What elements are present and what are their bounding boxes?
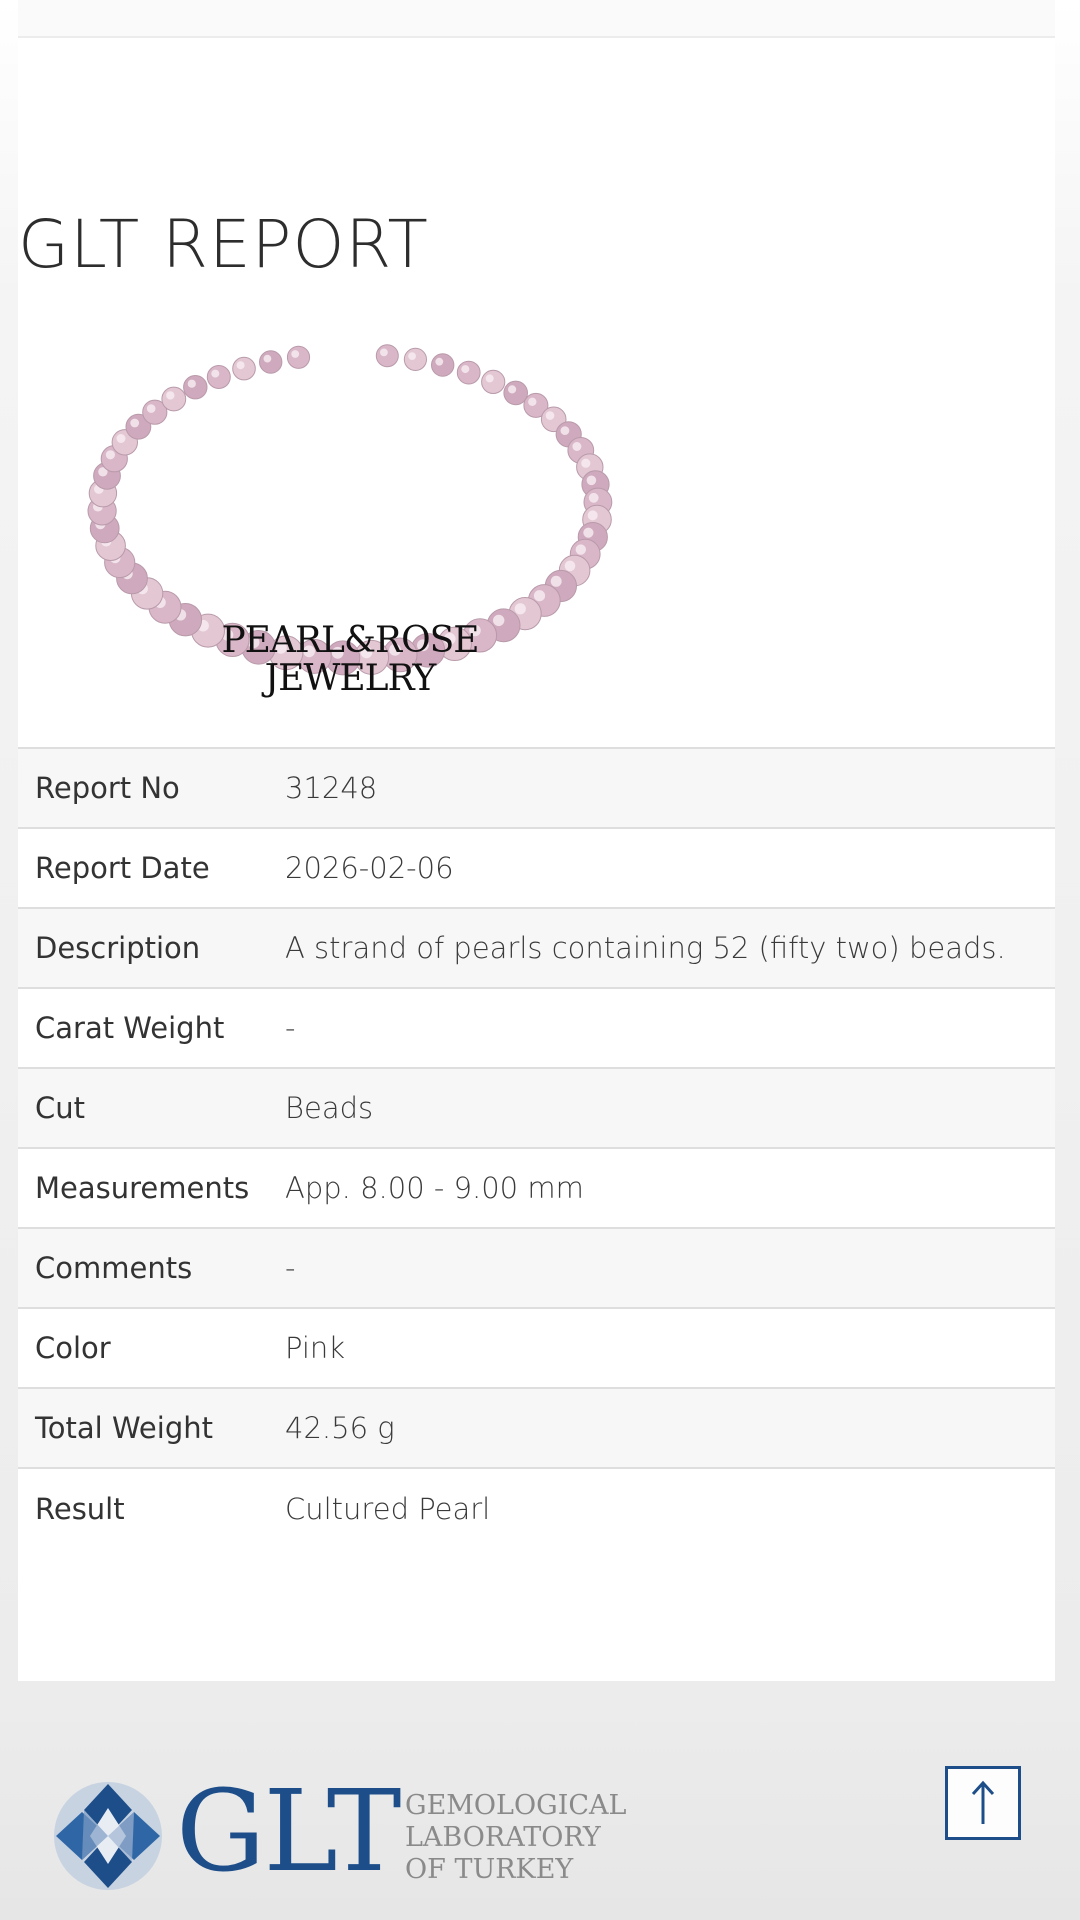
gem-icon bbox=[54, 1782, 162, 1890]
pearl-bead bbox=[206, 365, 231, 389]
pearl-highlight bbox=[564, 560, 576, 572]
table-row: Result Cultured Pearl bbox=[18, 1468, 1055, 1548]
pearl-highlight bbox=[263, 354, 272, 363]
brand-line-1: PEARL&ROSE bbox=[221, 620, 479, 661]
pearl-highlight bbox=[514, 603, 526, 615]
logo-sub-line-1: GEMOLOGICAL bbox=[405, 1790, 627, 1821]
row-label: Cut bbox=[35, 1091, 85, 1125]
pearl-highlight bbox=[461, 365, 470, 374]
pearl-bead bbox=[286, 345, 311, 369]
row-label: Report Date bbox=[35, 851, 210, 885]
pearl-bead bbox=[503, 380, 529, 406]
pearl-highlight bbox=[560, 426, 570, 435]
pearl-highlight bbox=[587, 510, 598, 521]
pearl-highlight bbox=[380, 348, 388, 357]
pearl-highlight bbox=[116, 434, 126, 443]
pearl-highlight bbox=[105, 450, 115, 460]
table-row: Report No 31248 bbox=[18, 748, 1055, 828]
row-value: 31248 bbox=[285, 771, 378, 805]
pearl-highlight bbox=[291, 350, 300, 358]
logo-sub-line-3: OF TURKEY bbox=[405, 1854, 574, 1885]
pearl-highlight bbox=[528, 397, 537, 406]
pearl-bead bbox=[481, 369, 506, 395]
row-label: Report No bbox=[35, 771, 180, 805]
pearl-highlight bbox=[130, 418, 140, 428]
pearl-bead bbox=[456, 360, 481, 385]
brand-logo: PEARL&ROSE JEWELRY bbox=[180, 622, 520, 698]
table-row: Cut Beads bbox=[18, 1068, 1055, 1148]
pearl-highlight bbox=[187, 379, 196, 388]
row-label: Color bbox=[35, 1331, 111, 1365]
pearl-bead bbox=[431, 353, 455, 377]
report-table: Report No 31248 Report Date 2026-02-06 Descr… bbox=[18, 747, 1055, 1548]
pearl-highlight bbox=[508, 385, 517, 394]
table-row: Description A strand of pearls containing… bbox=[18, 908, 1055, 988]
glt-logo-subtitle: GEMOLOGICAL LABORATORY OF TURKEY bbox=[405, 1790, 626, 1886]
row-label: Description bbox=[35, 931, 201, 965]
pearl-bead bbox=[232, 356, 256, 381]
pearl-highlight bbox=[485, 374, 494, 383]
table-row: Comments - bbox=[18, 1228, 1055, 1308]
row-label: Result bbox=[35, 1491, 125, 1526]
table-row: Color Pink bbox=[18, 1308, 1055, 1388]
page-title: GLT REPORT bbox=[18, 206, 429, 283]
pearl-highlight bbox=[211, 369, 220, 378]
pearl-highlight bbox=[435, 357, 444, 366]
arrow-up-icon bbox=[971, 1780, 995, 1824]
top-bar bbox=[18, 0, 1055, 38]
row-value: App. 8.00 - 9.00 mm bbox=[285, 1171, 584, 1205]
table-row: Total Weight 42.56 g bbox=[18, 1388, 1055, 1468]
row-value: 2026-02-06 bbox=[285, 851, 454, 885]
row-value: - bbox=[285, 1251, 296, 1285]
row-value: 42.56 g bbox=[285, 1411, 395, 1445]
row-value: Pink bbox=[285, 1331, 346, 1365]
table-row: Report Date 2026-02-06 bbox=[18, 828, 1055, 908]
table-row: Carat Weight - bbox=[18, 988, 1055, 1068]
pearl-highlight bbox=[236, 361, 245, 370]
pearl-highlight bbox=[533, 590, 546, 602]
back-to-top-button[interactable] bbox=[945, 1766, 1021, 1840]
row-label: Comments bbox=[35, 1251, 193, 1285]
row-label: Carat Weight bbox=[35, 1011, 225, 1045]
table-row: Measurements App. 8.00 - 9.00 mm bbox=[18, 1148, 1055, 1228]
pearl-highlight bbox=[545, 411, 555, 420]
pearl-highlight bbox=[588, 492, 599, 503]
pearl-highlight bbox=[572, 442, 582, 451]
pearl-highlight bbox=[146, 404, 156, 413]
pearl-highlight bbox=[166, 391, 175, 400]
row-label: Total Weight bbox=[35, 1411, 213, 1445]
pearl-bead bbox=[183, 374, 208, 400]
pearl-highlight bbox=[575, 544, 586, 555]
row-value: Beads bbox=[285, 1091, 374, 1125]
pearl-highlight bbox=[581, 458, 591, 468]
pearl-bead bbox=[161, 386, 187, 412]
pearl-bead bbox=[403, 347, 427, 372]
glt-logo-word: GLT bbox=[176, 1767, 401, 1897]
pearl-highlight bbox=[583, 527, 594, 538]
row-value: - bbox=[285, 1011, 296, 1045]
pearl-highlight bbox=[408, 352, 416, 360]
pearl-highlight bbox=[586, 475, 597, 486]
brand-line-2: JEWELRY bbox=[264, 658, 437, 699]
row-value: A strand of pearls containing 52 (fifty … bbox=[285, 931, 1006, 965]
pearl-highlight bbox=[550, 575, 562, 587]
logo-sub-line-2: LABORATORY bbox=[405, 1822, 601, 1853]
pearl-bead bbox=[259, 350, 283, 374]
pearl-bead bbox=[375, 344, 399, 368]
row-value: Cultured Pearl bbox=[285, 1491, 491, 1526]
row-label: Measurements bbox=[35, 1171, 250, 1205]
